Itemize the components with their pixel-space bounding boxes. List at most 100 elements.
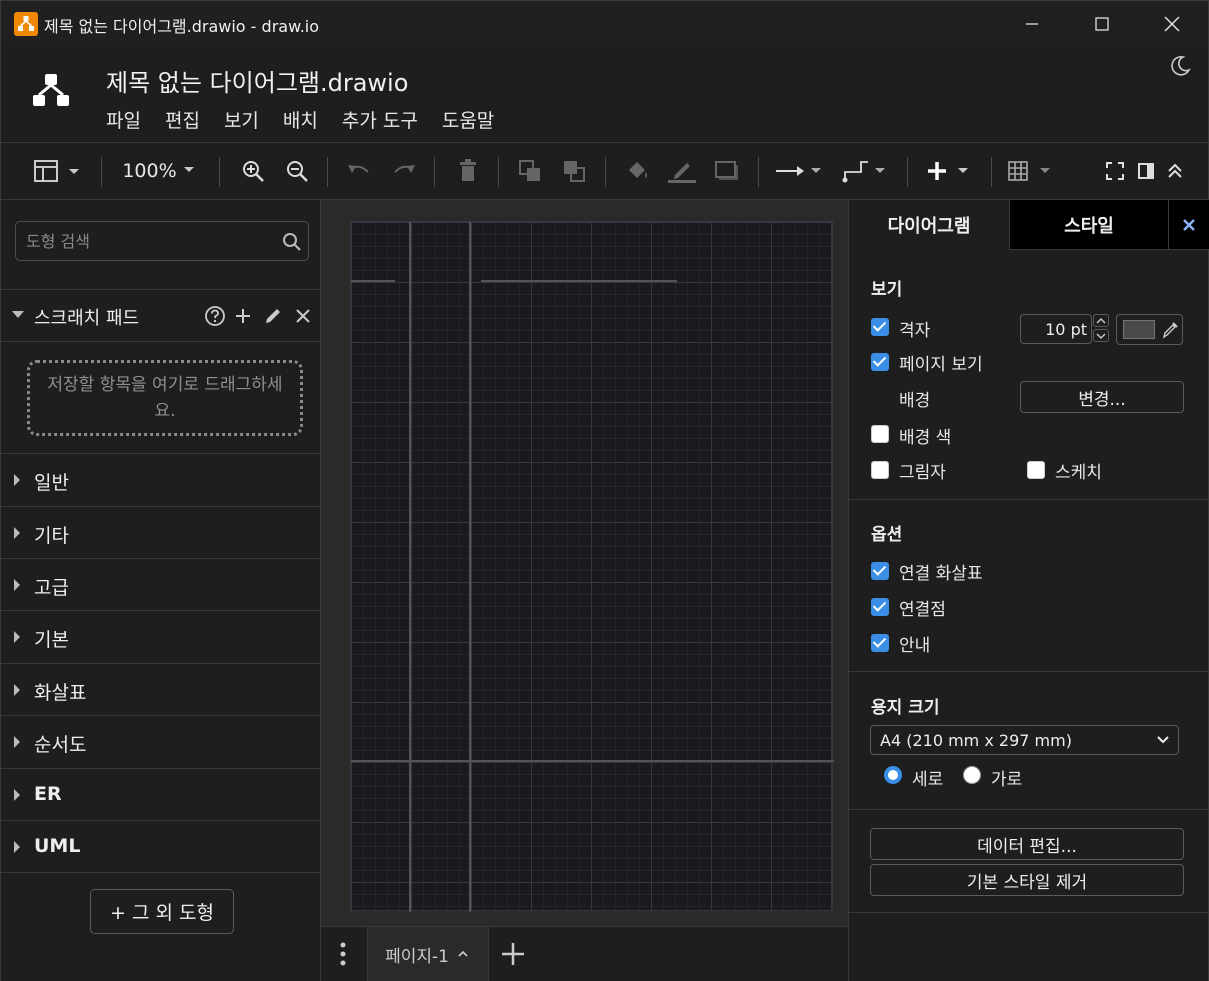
grid-size-stepper[interactable] [1093,314,1111,344]
window-title: 제목 없는 다이어그램.drawio - draw.io [44,17,320,36]
diagram-page[interactable] [350,221,834,912]
background-label: 배경 [899,391,931,411]
waypoints-button[interactable] [841,143,893,199]
portrait-radio[interactable] [884,766,902,784]
page-tab-1[interactable]: 페이지-1 [367,927,489,981]
undo-button[interactable] [344,143,374,199]
sketch-checkbox[interactable] [1027,461,1045,479]
guides-checkbox[interactable] [871,634,889,652]
zoom-out-button[interactable] [282,143,312,199]
scratchpad-title: 스크래치 패드 [34,308,140,329]
shadow-button[interactable] [711,143,743,199]
search-icon[interactable] [282,232,302,256]
paper-size-select[interactable]: A4 (210 mm x 297 mm) [870,725,1179,755]
minimize-button[interactable] [997,1,1067,46]
stepper-up-icon[interactable] [1093,314,1109,327]
waypoint-icon [842,161,885,183]
fill-color-button[interactable] [623,143,653,199]
table-icon [1008,161,1050,181]
fullscreen-button[interactable] [1103,143,1127,199]
category-basic[interactable]: 기본 [1,611,321,663]
page-view-checkbox[interactable] [871,353,889,371]
connection-style-button[interactable] [773,143,825,199]
diagram-canvas[interactable] [321,200,848,926]
grid-label: 격자 [899,321,931,341]
scratchpad-header[interactable]: 스크래치 패드 [1,290,321,342]
portrait-label: 세로 [912,770,944,790]
menu-view[interactable]: 보기 [224,106,259,133]
zoom-dropdown[interactable]: 100% [113,143,208,199]
to-front-button[interactable] [515,143,545,199]
minimize-icon [1026,22,1038,25]
grid-size-input[interactable]: 10 pt [1020,314,1092,344]
maximize-button[interactable] [1067,1,1137,46]
side-panel-icon [1138,163,1154,179]
zoom-in-icon [243,161,264,182]
connection-points-checkbox[interactable] [871,598,889,616]
close-window-button[interactable] [1137,1,1207,46]
category-arrows[interactable]: 화살표 [1,664,321,716]
connection-arrows-checkbox[interactable] [871,562,889,580]
stepper-down-icon[interactable] [1093,329,1109,342]
category-er[interactable]: ER [1,769,321,821]
menu-extras[interactable]: 추가 도구 [342,106,418,133]
redo-icon [394,165,415,173]
page-tabs-bar: 페이지-1 [321,926,848,981]
tab-diagram[interactable]: 다이어그램 [849,200,1009,250]
page-break-line [351,760,834,762]
connection-points-label: 연결점 [899,600,946,620]
clear-default-style-button[interactable]: 기본 스타일 제거 [870,864,1184,896]
insert-button[interactable] [923,143,975,199]
document-title[interactable]: 제목 없는 다이어그램.drawio [106,63,408,98]
sketch-label: 스케치 [1055,463,1102,483]
zoom-in-button[interactable] [238,143,268,199]
landscape-radio[interactable] [963,766,981,784]
category-uml[interactable]: UML [1,821,321,873]
caret-right-icon [14,527,20,539]
grid-checkbox[interactable] [871,318,889,336]
caret-right-icon [14,736,20,748]
dark-mode-toggle[interactable] [1169,55,1191,81]
change-background-button[interactable]: 변경... [1020,381,1184,413]
to-back-button[interactable] [559,143,589,199]
more-shapes-button[interactable]: + 그 외 도형 [90,889,234,934]
collapse-toolbar-button[interactable] [1163,143,1187,199]
category-general[interactable]: 일반 [1,454,321,506]
scratchpad-drop-zone[interactable]: 저장할 항목을 여기로 드래그하세요. [27,360,303,436]
edit-pencil-icon[interactable] [263,306,283,326]
delete-button[interactable] [453,143,483,199]
category-misc[interactable]: 기타 [1,507,321,559]
close-icon[interactable] [295,308,311,324]
add-page-button[interactable] [499,939,527,973]
grid-color-button[interactable] [1116,314,1183,345]
background-color-label: 배경 색 [899,428,952,448]
redo-button[interactable] [389,143,419,199]
format-panel-toggle[interactable] [29,143,87,199]
shadow-checkbox[interactable] [871,461,889,479]
add-icon[interactable] [234,307,252,325]
pages-menu-button[interactable] [333,939,353,973]
double-chevron-up-icon [1168,163,1182,178]
shapes-sidebar: 스크래치 패드 저장할 항목을 여기로 드래그하세요. 일반 기타 고급 기본 … [0,200,321,981]
menu-file[interactable]: 파일 [106,106,141,133]
maximize-icon [1095,16,1109,31]
format-panel-button[interactable] [1134,143,1158,199]
caret-right-icon [14,579,20,591]
line-color-button[interactable] [666,143,698,199]
tab-style[interactable]: 스타일 [1009,200,1169,250]
help-icon[interactable] [204,305,226,327]
category-flowchart[interactable]: 순서도 [1,716,321,768]
table-button[interactable] [1006,143,1058,199]
plus-icon [928,162,968,180]
caret-down-icon [12,311,24,318]
shape-search-input[interactable] [26,230,276,252]
category-advanced[interactable]: 고급 [1,559,321,611]
edit-data-button[interactable]: 데이터 편집... [870,828,1184,860]
layout-icon [34,160,79,182]
menu-help[interactable]: 도움말 [442,106,494,133]
page-break-line [351,280,395,282]
background-color-checkbox[interactable] [871,425,889,443]
menu-edit[interactable]: 편집 [165,106,200,133]
close-panel-button[interactable] [1169,200,1209,250]
menu-arrange[interactable]: 배치 [283,106,318,133]
